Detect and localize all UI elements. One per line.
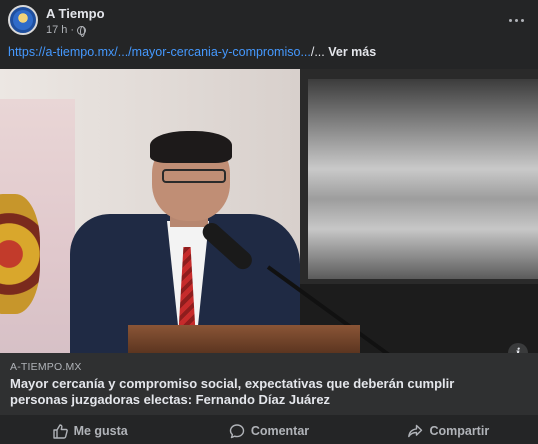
image-person-glasses (162, 169, 226, 183)
comment-label: Comentar (250, 424, 310, 438)
comment-icon (229, 424, 245, 439)
post-text: https://a-tiempo.mx/.../mayor-cercania-y… (8, 45, 376, 59)
image-screen-content (308, 79, 538, 279)
link-ellipsis: /... (310, 45, 325, 59)
like-icon (52, 424, 68, 439)
share-label: Compartir (429, 424, 490, 438)
preview-domain: A-TIEMPO.MX (10, 361, 82, 373)
preview-headline: Mayor cercanía y compromiso social, expe… (10, 376, 455, 407)
globe-icon (77, 25, 87, 37)
page-avatar[interactable] (8, 5, 38, 35)
more-icon[interactable] (506, 10, 526, 30)
avatar-logo (13, 10, 33, 30)
image-flag-emblem (0, 194, 40, 314)
page-name[interactable]: A Tiempo (46, 6, 105, 21)
image-podium (128, 325, 360, 353)
like-button[interactable]: Me gusta (0, 418, 179, 444)
meta-separator: · (70, 24, 75, 36)
share-button[interactable]: Compartir (359, 418, 538, 444)
post-link[interactable]: https://a-tiempo.mx/.../mayor-cercania-y… (8, 45, 311, 59)
post-time[interactable]: 17 h (46, 24, 67, 36)
link-preview[interactable]: A-TIEMPO.MX Mayor cercanía y compromiso … (0, 353, 538, 415)
like-label: Me gusta (73, 424, 128, 438)
facebook-post: A Tiempo 17 h · https://a-tiempo.mx/.../… (0, 0, 538, 444)
image-person-hair (150, 131, 232, 163)
post-meta: 17 h · (46, 24, 87, 37)
comment-button[interactable]: Comentar (179, 418, 358, 444)
post-image[interactable]: i (0, 69, 538, 353)
post-header: A Tiempo 17 h · (0, 0, 538, 42)
action-bar: Me gusta Comentar Compartir (0, 418, 538, 444)
share-icon (408, 424, 423, 438)
see-more-link[interactable]: Ver más (328, 45, 376, 59)
